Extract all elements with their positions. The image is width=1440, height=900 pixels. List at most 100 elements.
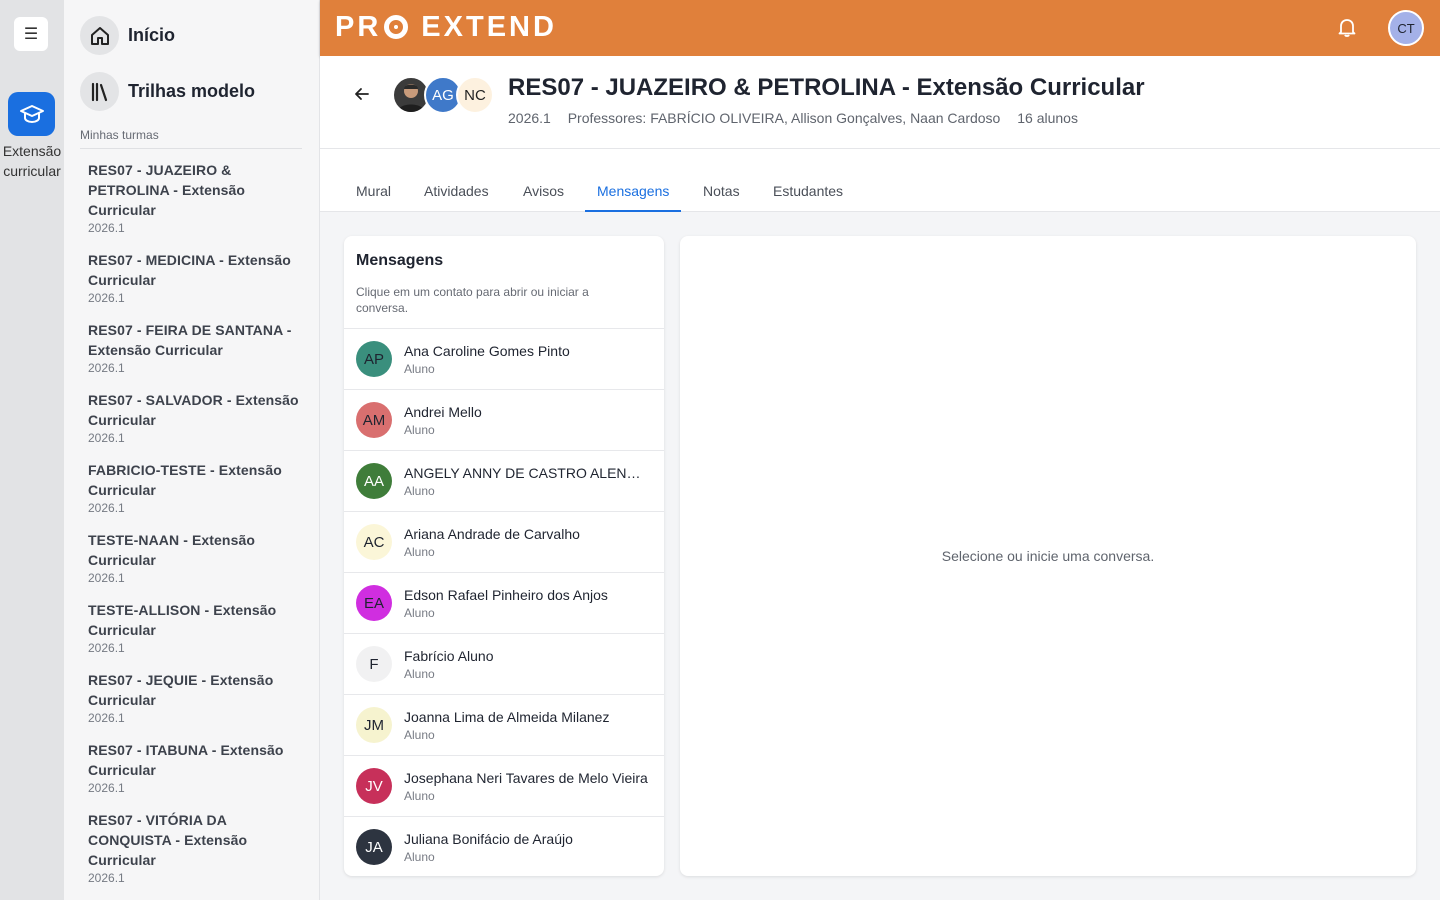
contacts-panel: Mensagens Clique em um contato para abri… <box>344 236 664 876</box>
contact-role: Aluno <box>404 362 435 376</box>
home-icon <box>80 16 119 55</box>
tab-estudantes[interactable]: Estudantes <box>761 175 855 212</box>
class-list-item[interactable]: TESTE-NAAN - Extensão Curricular 2026.1 <box>88 530 302 586</box>
contact-role: Aluno <box>404 728 435 742</box>
divider <box>80 148 302 149</box>
contact-list: AP Ana Caroline Gomes Pinto Aluno AM Andrei … <box>344 328 664 876</box>
contact-avatar: JM <box>356 707 392 743</box>
tab-mural[interactable]: Mural <box>344 175 403 212</box>
contacts-title: Mensagens <box>356 252 444 269</box>
class-list-item[interactable]: TESTE-ALLISON - Extensão Curricular 2026.… <box>88 600 302 656</box>
back-arrow-icon[interactable] <box>352 84 372 104</box>
class-term: 2026.1 <box>88 221 125 235</box>
sidebar-item-inicio[interactable]: Início <box>80 16 175 55</box>
class-name: RES07 - MEDICINA - Extensão Curricular <box>88 252 291 288</box>
contact-name: Andrei Mello <box>404 404 482 420</box>
class-term: 2026.1 <box>88 431 125 445</box>
contact-avatar: JV <box>356 768 392 804</box>
contact-avatar: F <box>356 646 392 682</box>
top-bar: PR EXTEND CT <box>320 0 1440 56</box>
course-term: 2026.1 <box>508 110 551 126</box>
bell-icon[interactable] <box>1336 16 1358 38</box>
library-icon <box>80 72 119 111</box>
contact-avatar: AC <box>356 524 392 560</box>
class-list: RES07 - JUAZEIRO & PETROLINA - Extensão … <box>88 160 302 900</box>
page-title: RES07 - JUAZEIRO & PETROLINA - Extensão … <box>508 74 1145 101</box>
class-list-item[interactable]: RES07 - VITÓRIA DA CONQUISTA - Extensão … <box>88 810 302 886</box>
conversation-panel: Selecione ou inicie uma conversa. <box>680 236 1416 876</box>
contact-item[interactable]: AA ANGELY ANNY DE CASTRO ALENCAR Aluno <box>344 451 664 512</box>
class-term: 2026.1 <box>88 501 125 515</box>
hamburger-menu-button[interactable]: ☰ <box>14 17 48 51</box>
class-list-item[interactable]: RES07 - JUAZEIRO & PETROLINA - Extensão … <box>88 160 302 236</box>
sidebar-item-label: Trilhas modelo <box>128 81 256 101</box>
contact-item[interactable]: JM Joanna Lima de Almeida Milanez Aluno <box>344 695 664 756</box>
contact-avatar: AM <box>356 402 392 438</box>
contact-item[interactable]: JV Josephana Neri Tavares de Melo Vieira A… <box>344 756 664 817</box>
contact-item[interactable]: F Fabrício Aluno Aluno <box>344 634 664 695</box>
class-name: RES07 - ITABUNA - Extensão Curricular <box>88 742 284 778</box>
app-rail: ☰ Extensão curricular <box>0 0 64 900</box>
contact-role: Aluno <box>404 606 435 620</box>
contact-item[interactable]: AC Ariana Andrade de Carvalho Aluno <box>344 512 664 573</box>
class-name: TESTE-ALLISON - Extensão Curricular <box>88 602 277 638</box>
class-term: 2026.1 <box>88 361 125 375</box>
class-list-item[interactable]: RES07 - FEIRA DE SANTANA - Extensão Curr… <box>88 320 302 376</box>
contact-role: Aluno <box>404 423 435 437</box>
contact-role: Aluno <box>404 545 435 559</box>
sidebar-item-trilhas-modelo[interactable]: Trilhas modelo <box>80 72 255 111</box>
class-term: 2026.1 <box>88 871 125 885</box>
pro-extend-logo[interactable]: PR EXTEND <box>335 11 557 43</box>
contact-name: Fabrício Aluno <box>404 648 494 664</box>
class-name: FABRICIO-TESTE - Extensão Curricular <box>88 462 282 498</box>
rail-app-label: Extensão curricular <box>2 143 62 179</box>
contact-item[interactable]: AP Ana Caroline Gomes Pinto Aluno <box>344 329 664 390</box>
contact-avatar: EA <box>356 585 392 621</box>
contact-name: Joanna Lima de Almeida Milanez <box>404 709 610 725</box>
class-name: RES07 - SALVADOR - Extensão Curricular <box>88 392 299 428</box>
sidebar: Início Trilhas modelo Minhas turmas RES0… <box>64 0 320 900</box>
tab-bar: Mural Atividades Avisos Mensagens Notas … <box>320 149 1440 212</box>
hamburger-icon: ☰ <box>23 26 39 43</box>
contacts-hint: Clique em um contato para abrir ou inici… <box>356 285 589 315</box>
class-name: TESTE-NAAN - Extensão Curricular <box>88 532 256 568</box>
class-term: 2026.1 <box>88 571 125 585</box>
class-list-item[interactable]: RES07 - ITABUNA - Extensão Curricular 202… <box>88 740 302 796</box>
section-title: Minhas turmas <box>80 128 159 142</box>
professor-avatar: NC <box>456 76 494 114</box>
class-list-item[interactable]: RES07 - MEDICINA - Extensão Curricular 20… <box>88 250 302 306</box>
tab-mensagens[interactable]: Mensagens <box>585 175 682 212</box>
class-list-item[interactable]: FABRICIO-TESTE - Extensão Curricular 2026… <box>88 460 302 516</box>
contact-avatar: JA <box>356 829 392 865</box>
contact-name: Ana Caroline Gomes Pinto <box>404 343 570 359</box>
course-meta: 2026.1 Professores: FABRÍCIO OLIVEIRA, A… <box>508 110 1091 126</box>
sidebar-item-label: Início <box>128 25 176 45</box>
class-term: 2026.1 <box>88 291 125 305</box>
graduation-cap-icon <box>19 105 44 124</box>
class-term: 2026.1 <box>88 641 125 655</box>
contact-avatar: AP <box>356 341 392 377</box>
user-avatar[interactable]: CT <box>1388 10 1424 46</box>
contact-role: Aluno <box>404 850 435 864</box>
class-list-item[interactable]: RES07 - SALVADOR - Extensão Curricular 20… <box>88 390 302 446</box>
tab-atividades[interactable]: Atividades <box>412 175 501 212</box>
tab-notas[interactable]: Notas <box>691 175 752 212</box>
rail-app-extensao-button[interactable] <box>8 92 55 136</box>
contact-item[interactable]: AM Andrei Mello Aluno <box>344 390 664 451</box>
class-list-item[interactable]: RES07 - JEQUIE - Extensão Curricular 2026… <box>88 670 302 726</box>
course-header: AG NC RES07 - JUAZEIRO & PETROLINA - Ext… <box>320 56 1440 149</box>
class-term: 2026.1 <box>88 711 125 725</box>
class-name: RES07 - FEIRA DE SANTANA - Extensão Curr… <box>88 322 292 358</box>
class-term: 2026.1 <box>88 781 125 795</box>
contact-item[interactable]: JA Juliana Bonifácio de Araújo Aluno <box>344 817 664 876</box>
contact-name: Edson Rafael Pinheiro dos Anjos <box>404 587 608 603</box>
contact-avatar: AA <box>356 463 392 499</box>
contact-item[interactable]: EA Edson Rafael Pinheiro dos Anjos Aluno <box>344 573 664 634</box>
class-name: RES07 - JEQUIE - Extensão Curricular <box>88 672 274 708</box>
course-students-count: 16 alunos <box>1017 110 1078 126</box>
class-name: RES07 - VITÓRIA DA CONQUISTA - Extensão … <box>88 812 248 868</box>
contact-name: Juliana Bonifácio de Araújo <box>404 831 573 847</box>
tab-avisos[interactable]: Avisos <box>511 175 576 212</box>
logo-text-right: EXTEND <box>421 10 557 43</box>
logo-text-left: PR <box>335 10 382 43</box>
